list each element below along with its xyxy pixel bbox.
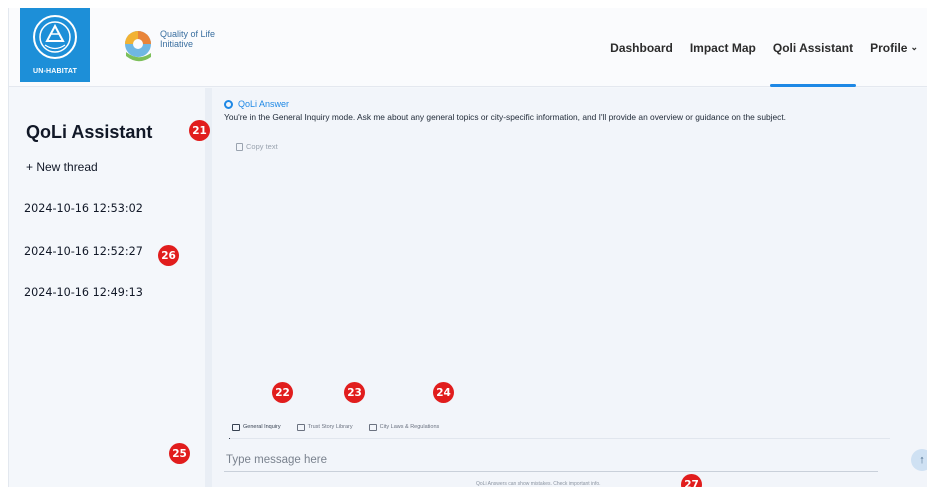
chevron-down-icon: ⌄ [910, 42, 918, 52]
un-logo-text: UN-HABITAT [32, 68, 78, 75]
answer-label-text: QoLi Answer [238, 99, 290, 109]
tab-city-laws[interactable]: City Laws & Regulations [368, 417, 440, 437]
nav-qoli-assistant[interactable]: Qoli Assistant [769, 8, 857, 87]
tab-city-laws-label: City Laws & Regulations [379, 424, 440, 430]
qoli-logo-title: Quality of Life Initiative [160, 29, 215, 49]
qoli-logo[interactable]: Quality of Life Initiative [121, 26, 215, 64]
answer-message: You're in the General Inquiry mode. Ask … [224, 112, 786, 122]
callout-badge: 23 [344, 382, 365, 403]
thread-item[interactable]: 2024-10-16 12:52:27 [24, 245, 143, 258]
answer-label: QoLi Answer [224, 99, 289, 109]
new-thread-button[interactable]: + New thread [26, 160, 98, 174]
qoli-title-line2: Initiative [160, 39, 194, 49]
main-nav: Dashboard Impact Map Qoli Assistant Prof… [593, 8, 918, 87]
copy-text-label: Copy text [246, 142, 278, 151]
qoli-title-line1: Quality of Life [160, 29, 216, 39]
thread-sidebar: QoLi Assistant + New thread 2024-10-16 1… [9, 88, 205, 487]
tab-general-inquiry-label: General Inquiry [243, 424, 281, 430]
tab-general-inquiry[interactable]: General Inquiry [229, 417, 284, 439]
tab-trust-story-library[interactable]: Trust Story Library [296, 417, 353, 437]
disclaimer-text: QoLi Answers can show mistakes. Check im… [476, 481, 601, 487]
un-emblem-icon [33, 15, 77, 59]
nav-profile-label: Profile [870, 40, 908, 55]
qoli-mark-icon [125, 31, 151, 62]
mode-tabs: General Inquiry Trust Story Library City… [229, 417, 455, 439]
nav-profile[interactable]: Profile ⌄ [870, 8, 918, 87]
app-frame: UN-HABITAT Quality of Life Initiative Da… [8, 8, 927, 487]
arrow-up-icon: ↑ [919, 454, 925, 466]
chat-area: QoLi Answer You're in the General Inquir… [212, 88, 927, 487]
top-header: UN-HABITAT Quality of Life Initiative Da… [9, 8, 927, 87]
callout-badge: 22 [272, 382, 293, 403]
sidebar-divider [205, 88, 212, 487]
chat-icon [232, 423, 240, 431]
scales-icon [368, 423, 377, 431]
tab-trust-story-library-label: Trust Story Library [307, 424, 353, 430]
message-input[interactable] [224, 448, 878, 472]
copy-icon [236, 142, 243, 151]
callout-badge: 24 [433, 382, 454, 403]
tabs-underline [230, 438, 890, 439]
un-habitat-logo[interactable]: UN-HABITAT [20, 8, 90, 82]
callout-badge: 25 [169, 443, 190, 464]
nav-dashboard[interactable]: Dashboard [610, 8, 673, 87]
callout-badge: 21 [189, 120, 210, 141]
nav-impact-map[interactable]: Impact Map [690, 8, 756, 87]
thread-item[interactable]: 2024-10-16 12:53:02 [24, 202, 143, 215]
copy-text-button[interactable]: Copy text [236, 142, 278, 151]
folder-icon [296, 423, 305, 431]
send-button[interactable]: ↑ [911, 449, 927, 471]
thread-item[interactable]: 2024-10-16 12:49:13 [24, 286, 143, 299]
callout-badge: 26 [158, 245, 179, 266]
qoli-answer-icon [224, 99, 233, 109]
sidebar-title: QoLi Assistant [26, 122, 153, 142]
